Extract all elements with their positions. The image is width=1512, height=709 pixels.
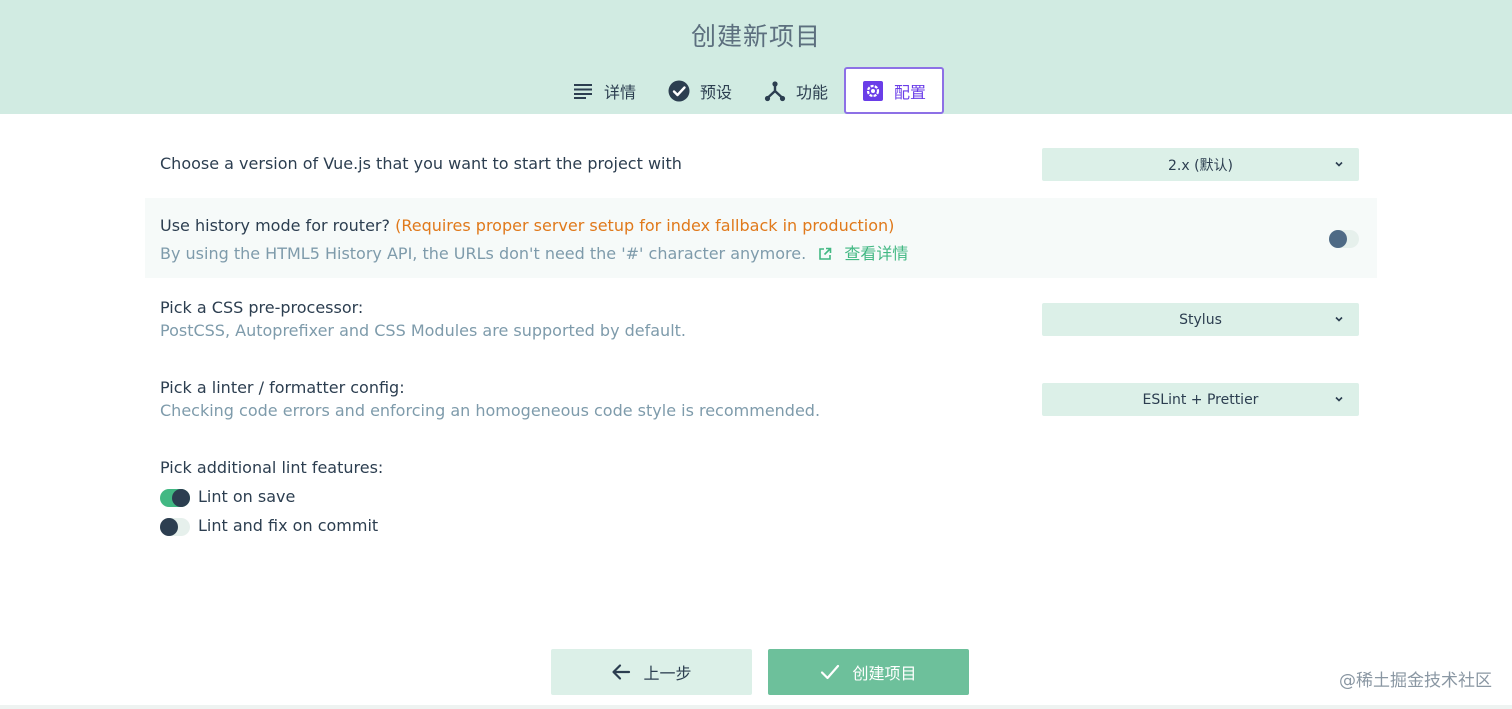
css-preprocessor-select[interactable]: Stylus	[1042, 303, 1359, 336]
css-preprocessor-value: Stylus	[1179, 311, 1222, 328]
more-info-link[interactable]: 查看详情	[844, 244, 908, 263]
tab-configuration-label: 配置	[894, 82, 927, 102]
lint-on-save-toggle[interactable]	[160, 489, 190, 507]
create-project-button[interactable]: 创建项目	[768, 649, 969, 695]
vue-version-label: Choose a version of Vue.js that you want…	[160, 154, 682, 173]
tab-features-label: 功能	[796, 82, 829, 102]
option-linter: Pick a linter / formatter config: Checki…	[145, 366, 1377, 436]
linter-value: ESLint + Prettier	[1142, 391, 1259, 408]
option-css-preprocessor: Pick a CSS pre-processor: PostCSS, Autop…	[145, 286, 1377, 356]
bottom-divider	[0, 705, 1512, 709]
vue-version-value: 2.x (默认)	[1167, 157, 1234, 174]
watermark: @稀土掘金技术社区	[1339, 671, 1492, 691]
page-title: 创建新项目	[690, 22, 821, 51]
vue-version-select[interactable]: 2.x (默认)	[1042, 148, 1359, 181]
lint-on-save-label[interactable]: Lint on save	[198, 487, 295, 506]
chevron-down-icon	[1335, 161, 1343, 167]
check-circle-icon	[668, 80, 690, 102]
chevron-down-icon	[1335, 316, 1343, 322]
step-tabs: 详情 预设 功能 配置	[556, 67, 945, 114]
lint-fix-on-commit-label[interactable]: Lint and fix on commit	[198, 516, 378, 535]
history-mode-description: By using the HTML5 History API, the URLs…	[160, 244, 807, 263]
option-vue-version: Choose a version of Vue.js that you want…	[145, 134, 1377, 194]
linter-description: Checking code errors and enforcing an ho…	[160, 401, 821, 420]
settings-icon	[862, 80, 884, 102]
lint-fix-on-commit-toggle[interactable]	[160, 518, 190, 536]
history-mode-warning: (Requires proper server setup for index …	[395, 216, 895, 235]
history-mode-toggle[interactable]	[1329, 230, 1359, 248]
toggle-knob	[172, 489, 190, 507]
header-bar: 创建新项目 详情 预设 功能 配置	[0, 0, 1512, 114]
history-mode-label-line: Use history mode for router? (Requires p…	[160, 216, 894, 235]
history-mode-label: Use history mode for router?	[160, 216, 390, 235]
arrow-left-icon	[611, 663, 631, 681]
previous-step-label: 上一步	[643, 664, 692, 683]
css-preprocessor-description: PostCSS, Autoprefixer and CSS Modules ar…	[160, 321, 686, 340]
toggle-knob	[1329, 230, 1347, 248]
tab-presets-label: 预设	[700, 82, 733, 102]
tab-details[interactable]: 详情	[556, 67, 652, 114]
create-project-label: 创建项目	[852, 664, 917, 683]
history-mode-description-line: By using the HTML5 History API, the URLs…	[160, 240, 908, 264]
linter-select[interactable]: ESLint + Prettier	[1042, 383, 1359, 416]
tab-details-label: 详情	[604, 82, 637, 102]
tab-presets[interactable]: 预设	[652, 67, 748, 114]
chevron-down-icon	[1335, 396, 1343, 402]
previous-step-button[interactable]: 上一步	[551, 649, 752, 695]
tab-configuration[interactable]: 配置	[844, 67, 945, 114]
tab-features[interactable]: 功能	[748, 67, 844, 114]
css-preprocessor-label: Pick a CSS pre-processor:	[160, 298, 364, 317]
option-lint-features: Pick additional lint features: Lint on s…	[145, 446, 1377, 546]
list-icon	[572, 80, 594, 102]
linter-label: Pick a linter / formatter config:	[160, 378, 405, 397]
toggle-knob	[160, 518, 178, 536]
check-icon	[820, 664, 840, 680]
fork-icon	[764, 80, 786, 102]
external-link-icon[interactable]	[817, 246, 833, 262]
option-history-mode: Use history mode for router? (Requires p…	[145, 198, 1377, 278]
lint-features-label: Pick additional lint features:	[160, 458, 384, 477]
